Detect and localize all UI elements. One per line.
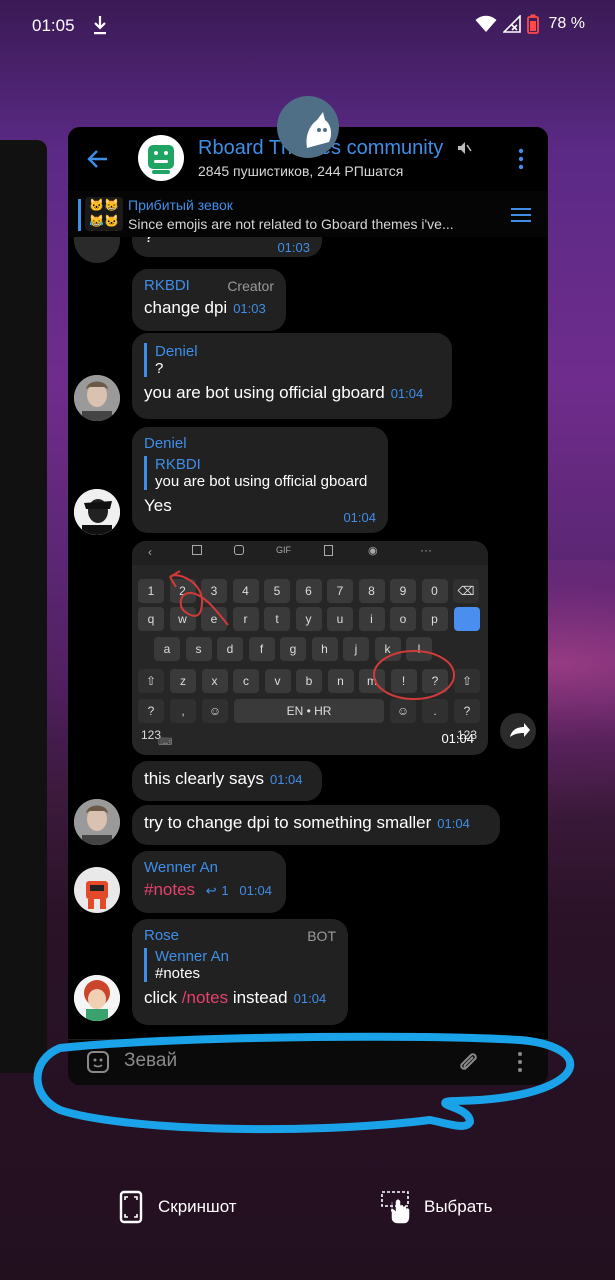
share-button[interactable] — [500, 713, 536, 749]
message-time: 01:04 — [269, 772, 303, 787]
sender-name[interactable]: Deniel — [144, 435, 376, 452]
message-list[interactable]: ? 01:03 RKBDI Creator change dpi 01:03 De… — [68, 237, 548, 1037]
message-text: you are bot using official gboard — [144, 383, 385, 402]
quote-sender: Deniel — [155, 343, 198, 360]
download-icon — [94, 16, 106, 35]
paperclip-icon[interactable] — [456, 1050, 480, 1074]
sender-role: Creator — [227, 278, 274, 294]
message-text: instead — [228, 988, 288, 1007]
wifi-icon — [475, 15, 497, 32]
avatar-sender[interactable] — [74, 237, 120, 263]
message-bubble[interactable]: this clearly says 01:04 — [132, 761, 322, 801]
message-text: click — [144, 988, 182, 1007]
message-time: 01:04 — [239, 883, 272, 898]
select-button[interactable]: Выбрать — [380, 1190, 492, 1224]
battery-percent: 78 % — [548, 15, 585, 32]
screenshot-button[interactable]: Скриншот — [118, 1190, 237, 1224]
reply-quote[interactable]: Wenner An #notes — [144, 948, 336, 982]
sticker-icon[interactable] — [86, 1050, 110, 1074]
message-text: ? — [144, 237, 153, 246]
message-bubble[interactable]: Deniel RKBDI you are bot using official … — [132, 427, 388, 533]
pinned-message-bar[interactable]: 🐱😸😹🐱😼😸 Прибитый зевок Since emojis are n… — [68, 191, 548, 237]
message-time: 01:04 — [293, 991, 327, 1006]
user-photo-icon — [74, 975, 120, 1021]
message-time: 01:04 — [390, 386, 424, 401]
user-photo-icon — [74, 489, 120, 535]
screenshot-icon — [119, 1190, 143, 1224]
keyboard-logo-icon — [148, 145, 174, 174]
message-input[interactable]: Зевай — [124, 1050, 177, 1072]
message-bubble[interactable]: RKBDI Creator change dpi 01:03 — [132, 269, 286, 331]
message-text: this clearly says — [144, 769, 264, 788]
reply-quote[interactable]: Deniel ? — [144, 343, 440, 377]
avatar-deniel[interactable] — [74, 375, 120, 421]
status-icons: 78 % — [475, 14, 585, 34]
sender-role: BOT — [307, 928, 336, 944]
avatar-deniel[interactable] — [74, 799, 120, 845]
message-text: Yes — [144, 496, 172, 515]
reply-icon[interactable]: ↩ — [206, 883, 217, 898]
command-link[interactable]: /notes — [182, 988, 228, 1007]
select-hand-icon — [381, 1191, 410, 1224]
message-input-bar: Зевай — [68, 1039, 548, 1085]
user-photo-icon — [74, 799, 120, 845]
quote-sender: Wenner An — [155, 948, 229, 965]
back-arrow-icon[interactable] — [86, 147, 110, 171]
message-bubble[interactable]: Rose BOT Wenner An #notes click /notes i… — [132, 919, 348, 1025]
pinned-title: Прибитый зевок — [128, 197, 233, 213]
pinned-list-icon[interactable] — [510, 206, 532, 224]
select-label: Выбрать — [424, 1197, 493, 1216]
status-time: 01:05 — [32, 16, 75, 35]
telegram-app-icon[interactable] — [277, 96, 339, 158]
quote-sender: RKBDI — [155, 456, 201, 473]
battery-icon — [526, 14, 539, 34]
avatar-sender[interactable] — [74, 489, 120, 535]
cat-logo-icon — [306, 112, 332, 148]
message-time: 01:03 — [277, 240, 310, 255]
pinned-thumbnail: 🐱😸😹🐱😼😸 — [85, 197, 123, 231]
chat-avatar[interactable] — [138, 135, 184, 181]
avatar-wenner-an[interactable] — [74, 867, 120, 913]
message-time: 01:04 — [343, 510, 376, 525]
recents-actions: Скриншот Выбрать — [0, 1180, 615, 1240]
avatar-rose[interactable] — [74, 975, 120, 1021]
reply-count[interactable]: 1 — [221, 883, 228, 898]
quote-text: you are bot using official gboard — [155, 473, 368, 490]
hashtag-link[interactable]: #notes — [144, 880, 195, 899]
recent-app-card-left[interactable] — [0, 140, 47, 1073]
more-options-icon[interactable] — [514, 147, 528, 171]
message-bubble[interactable]: Wenner An #notes ↩ 1 01:04 — [132, 851, 286, 913]
screenshot-label: Скриншот — [158, 1197, 237, 1216]
photo-message[interactable]: ‹ GIF ◉ ··· 1 2 3 4 5 6 7 8 9 0 ⌫ q w e r t y u i o p a s d f g h j… — [132, 541, 488, 755]
pinned-indicator — [78, 199, 81, 231]
forward-arrow-icon — [510, 723, 530, 737]
message-bubble[interactable]: ? 01:03 — [132, 237, 322, 257]
message-time: 01:03 — [233, 301, 266, 316]
user-photo-icon — [74, 867, 120, 913]
message-bubble[interactable]: Deniel ? you are bot using official gboa… — [132, 333, 452, 419]
cellular-signal-icon — [502, 15, 521, 33]
message-text: change dpi — [144, 298, 228, 317]
muted-icon — [458, 142, 472, 154]
user-photo-icon — [74, 375, 120, 421]
quote-text: ? — [155, 360, 164, 377]
message-bubble[interactable]: try to change dpi to something smaller 01… — [132, 805, 500, 845]
telegram-app-card[interactable]: Rboard Themes community 2845 пушистиков,… — [68, 127, 548, 1085]
pinned-text: Since emojis are not related to Gboard t… — [128, 216, 454, 232]
sender-name[interactable]: Wenner An — [144, 859, 274, 876]
message-time: 01:04 — [437, 816, 470, 831]
reply-quote[interactable]: RKBDI you are bot using official gboard — [144, 456, 376, 490]
status-bar: 01:05 78 % — [0, 0, 615, 50]
more-options-icon[interactable] — [514, 1050, 526, 1074]
chat-member-count: 2845 пушистиков, 244 РПшатся — [198, 163, 404, 179]
message-text: try to change dpi to something smaller — [144, 813, 432, 832]
red-annotation — [169, 570, 455, 700]
quote-text: #notes — [155, 965, 201, 982]
